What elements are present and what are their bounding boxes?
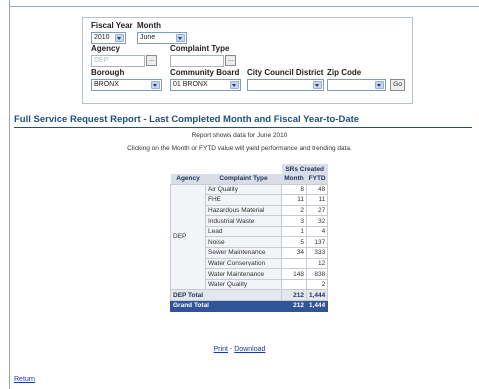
go-button[interactable]: Go — [390, 79, 405, 91]
agency-label: Agency — [91, 44, 120, 53]
fytd-value-cell[interactable]: 333 — [305, 247, 329, 259]
fytd-value-cell[interactable]: 137 — [305, 236, 329, 249]
dep-total-fytd[interactable]: 1,444 — [305, 289, 329, 302]
month-value-cell[interactable]: 148 — [281, 268, 307, 280]
month-label: Month — [137, 21, 161, 30]
grand-total-label: Grand Total — [170, 300, 282, 312]
month-value-cell[interactable] — [281, 257, 307, 270]
month-value-cell[interactable]: 5 — [281, 236, 307, 249]
council-district-select[interactable] — [247, 79, 324, 91]
fytd-value-cell[interactable]: 27 — [305, 204, 329, 217]
grand-total-month[interactable]: 212 — [281, 300, 307, 312]
fytd-value-cell[interactable]: 48 — [305, 183, 329, 196]
community-board-select[interactable]: 01 BRONX — [170, 79, 241, 91]
fytd-value-cell[interactable]: 12 — [305, 257, 329, 270]
month-value-cell[interactable] — [281, 278, 307, 291]
month-value-cell[interactable]: 11 — [281, 194, 307, 206]
fiscal-year-label: Fiscal Year — [91, 21, 133, 30]
complaint-type-header: Complaint Type — [205, 174, 282, 184]
agency-input[interactable]: DEP — [91, 55, 145, 67]
complaint-type-input[interactable] — [170, 55, 224, 67]
month-header: Month — [281, 174, 307, 184]
borough-select[interactable]: BRONX — [91, 79, 162, 91]
complaint-type-cell: Air Quality — [205, 183, 282, 196]
download-link[interactable]: Download — [234, 346, 265, 353]
month-value: June — [140, 34, 156, 41]
grand-total-row: Grand Total 212 1,444 — [170, 300, 329, 312]
fytd-value-cell[interactable]: 838 — [305, 268, 329, 280]
table-row: DEP Air Quality 8 48 — [170, 183, 329, 291]
dep-total-month[interactable]: 212 — [281, 289, 307, 302]
complaint-type-label: Complaint Type — [170, 44, 230, 53]
agency-cell: DEP — [170, 183, 206, 291]
chevron-down-icon — [151, 81, 160, 89]
export-links: Print - Download — [0, 346, 479, 353]
srs-created-header: SRs Created — [281, 164, 328, 174]
community-board-value: 01 BRONX — [173, 81, 208, 88]
complaint-type-cell: FHE — [205, 194, 282, 206]
dep-total-row: DEP Total 212 1,444 — [170, 289, 329, 302]
fytd-value-cell[interactable]: 32 — [305, 215, 329, 227]
complaint-type-lookup-button[interactable]: ... — [225, 55, 236, 66]
fiscal-year-select[interactable]: 2010 — [91, 32, 126, 44]
chevron-down-icon — [375, 81, 384, 89]
agency-header: Agency — [170, 174, 206, 184]
page-title: Full Service Request Report - Last Compl… — [14, 114, 360, 125]
month-value-cell[interactable]: 2 — [281, 204, 307, 217]
dep-total-label: DEP Total — [170, 289, 282, 302]
complaint-type-cell: Water Maintenance — [205, 268, 282, 280]
month-value-cell[interactable]: 8 — [281, 183, 307, 196]
borough-value: BRONX — [94, 81, 119, 88]
chevron-down-icon — [313, 81, 322, 89]
complaint-type-cell: Noise — [205, 236, 282, 249]
title-divider — [14, 127, 472, 128]
filter-panel: Fiscal Year Month 2010 June Agency Compl… — [82, 17, 413, 104]
chevron-down-icon — [230, 81, 239, 89]
return-link[interactable]: Return — [14, 376, 35, 383]
complaint-type-cell: Water Quality — [205, 278, 282, 291]
fytd-value-cell[interactable]: 2 — [305, 278, 329, 291]
month-value-cell[interactable]: 34 — [281, 247, 307, 259]
chevron-down-icon — [176, 34, 185, 42]
month-value-cell[interactable]: 3 — [281, 215, 307, 227]
fiscal-year-value: 2010 — [94, 34, 110, 41]
agency-lookup-button[interactable]: ... — [146, 55, 157, 66]
complaint-type-cell: Water Conservation — [205, 257, 282, 270]
fytd-value-cell[interactable]: 11 — [305, 194, 329, 206]
community-board-label: Community Board — [170, 68, 240, 77]
complaint-type-cell: Lead — [205, 225, 282, 238]
grand-total-fytd[interactable]: 1,444 — [305, 300, 329, 312]
complaint-type-cell: Industrial Waste — [205, 215, 282, 227]
council-district-label: City Council District — [247, 68, 324, 77]
report-click-note: Clicking on the Month or FYTD value will… — [127, 145, 352, 152]
zip-code-select[interactable] — [327, 79, 386, 91]
print-link[interactable]: Print — [214, 346, 228, 353]
complaint-type-cell: Sewer Maintenance — [205, 247, 282, 259]
complaint-type-cell: Hazardous Material — [205, 204, 282, 217]
fytd-header: FYTD — [306, 174, 328, 184]
borough-label: Borough — [91, 68, 125, 77]
report-date-note: Report shows data for June 2010 — [191, 132, 288, 139]
month-select[interactable]: June — [137, 32, 187, 44]
month-value-cell[interactable]: 1 — [281, 225, 307, 238]
chevron-down-icon — [115, 34, 124, 42]
fytd-value-cell[interactable]: 4 — [305, 225, 329, 238]
blank-header — [170, 164, 282, 174]
zip-code-label: Zip Code — [327, 68, 362, 77]
report-table: SRs Created Agency Complaint Type Month … — [170, 164, 329, 312]
